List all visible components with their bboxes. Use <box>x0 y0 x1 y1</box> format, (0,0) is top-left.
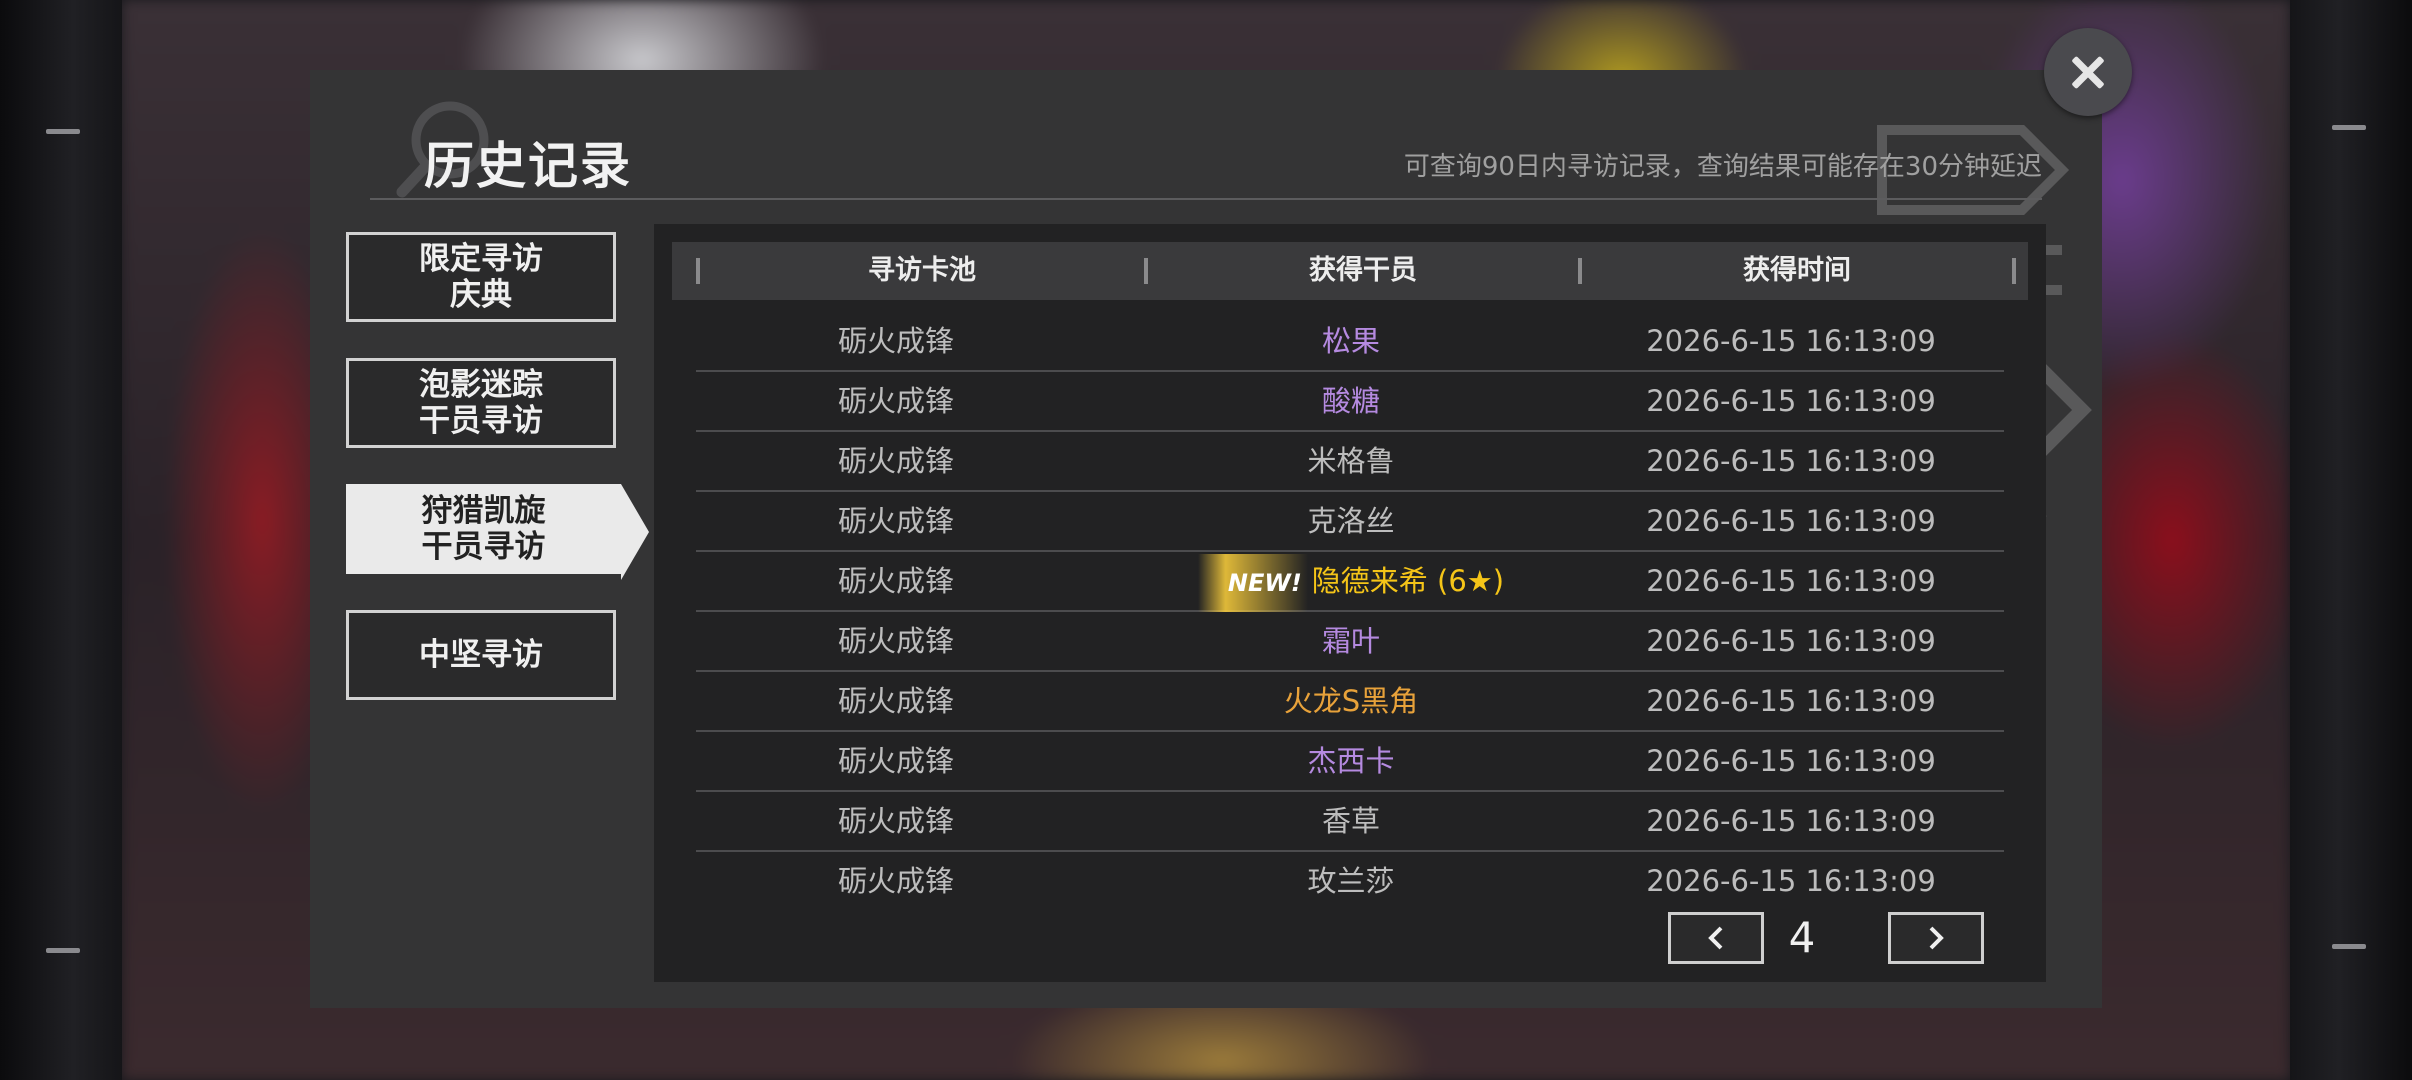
table-row: 砺火成锋 火龙S黑角 2026-6-15 16:13:09 <box>696 672 2004 732</box>
operator-cell: 火龙S黑角 <box>1136 672 1566 730</box>
pool-cell: 砺火成锋 <box>837 804 954 838</box>
tab-label: 泡影迷踪 干员寻访 <box>419 367 543 439</box>
time-cell: 2026-6-15 16:13:09 <box>1646 624 1936 658</box>
table-row: 砺火成锋 NEW! 隐德来希 (6★) 2026-6-15 16:13:09 <box>696 552 2004 612</box>
operator-name: 火龙S黑角 <box>1283 684 1419 718</box>
time-cell: 2026-6-15 16:13:09 <box>1646 504 1936 538</box>
table-row: 砺火成锋 香草 2026-6-15 16:13:09 <box>696 792 2004 852</box>
chevron-left-icon <box>1708 926 1723 950</box>
operator-name: 霜叶 <box>1321 624 1380 658</box>
table-row: 砺火成锋 杰西卡 2026-6-15 16:13:09 <box>696 732 2004 792</box>
table-row: 砺火成锋 玫兰莎 2026-6-15 16:13:09 <box>696 852 2004 912</box>
next-page-button[interactable] <box>1888 912 1984 964</box>
dialog-title: 历史记录 <box>424 137 632 195</box>
operator-name: 松果 <box>1321 324 1380 358</box>
time-cell: 2026-6-15 16:13:09 <box>1646 324 1936 358</box>
time-cell: 2026-6-15 16:13:09 <box>1646 864 1936 898</box>
tab-label: 狩猎凯旋 干员寻访 <box>421 493 546 565</box>
header-pool: 寻访卡池 <box>868 255 976 286</box>
operator-name: 酸糖 <box>1321 384 1380 418</box>
pool-cell: 砺火成锋 <box>837 864 954 898</box>
operator-cell: 香草 <box>1136 792 1566 850</box>
operator-cell: 霜叶 <box>1136 612 1566 670</box>
tab-label: 中坚寻访 <box>419 637 543 673</box>
history-table: 寻访卡池 获得干员 获得时间 砺火成锋 松果 2026-6-15 16:13:09 砺… <box>654 224 2046 982</box>
frame-notch <box>46 948 80 953</box>
operator-name: 香草 <box>1321 804 1380 838</box>
operator-cell: 米格鲁 <box>1136 432 1566 490</box>
prev-page-button[interactable] <box>1668 912 1764 964</box>
operator-cell: 酸糖 <box>1136 372 1566 430</box>
frame-notch <box>46 129 80 134</box>
operator-cell: 杰西卡 <box>1136 732 1566 790</box>
time-cell: 2026-6-15 16:13:09 <box>1646 444 1936 478</box>
title-divider <box>370 198 2042 200</box>
header-time: 获得时间 <box>1743 255 1851 286</box>
table-row: 砺火成锋 霜叶 2026-6-15 16:13:09 <box>696 612 2004 672</box>
table-row: 砺火成锋 酸糖 2026-6-15 16:13:09 <box>696 372 2004 432</box>
header-separator <box>2012 258 2016 284</box>
pool-cell: 砺火成锋 <box>837 684 954 718</box>
history-dialog: 历史记录 可查询90日内寻访记录，查询结果可能存在30分钟延迟 限定寻访 庆典 … <box>310 70 2102 1008</box>
operator-name: 克洛丝 <box>1307 504 1395 538</box>
tab-hunting-triumph[interactable]: 狩猎凯旋 干员寻访 <box>346 484 649 580</box>
tab-bubble-trace[interactable]: 泡影迷踪 干员寻访 <box>346 358 616 448</box>
close-button[interactable] <box>2044 28 2132 116</box>
pool-cell: 砺火成锋 <box>837 444 954 478</box>
time-cell: 2026-6-15 16:13:09 <box>1646 684 1936 718</box>
time-cell: 2026-6-15 16:13:09 <box>1646 564 1936 598</box>
time-cell: 2026-6-15 16:13:09 <box>1646 384 1936 418</box>
left-frame <box>0 0 122 1080</box>
time-cell: 2026-6-15 16:13:09 <box>1646 804 1936 838</box>
pool-cell: 砺火成锋 <box>837 624 954 658</box>
pool-cell: 砺火成锋 <box>837 384 954 418</box>
table-row: 砺火成锋 松果 2026-6-15 16:13:09 <box>696 312 2004 372</box>
operator-name: 杰西卡 <box>1307 744 1395 778</box>
pool-cell: 砺火成锋 <box>837 564 954 598</box>
pool-cell: 砺火成锋 <box>837 744 954 778</box>
header-operator: 获得干员 <box>1309 255 1417 286</box>
current-page: 4 <box>1788 913 1816 962</box>
operator-cell: 克洛丝 <box>1136 492 1566 550</box>
table-header: 寻访卡池 获得干员 获得时间 <box>672 242 2028 300</box>
dialog-subtitle: 可查询90日内寻访记录，查询结果可能存在30分钟延迟 <box>1403 152 2042 182</box>
time-cell: 2026-6-15 16:13:09 <box>1646 744 1936 778</box>
operator-cell: NEW! 隐德来希 (6★) <box>1136 552 1566 612</box>
pool-cell: 砺火成锋 <box>837 324 954 358</box>
chevron-right-icon <box>1929 926 1944 950</box>
right-frame <box>2290 0 2412 1080</box>
tab-limited-celebration[interactable]: 限定寻访 庆典 <box>346 232 616 322</box>
tab-label: 限定寻访 庆典 <box>419 241 543 313</box>
operator-name: 米格鲁 <box>1307 444 1395 478</box>
tab-standard[interactable]: 中坚寻访 <box>346 610 616 700</box>
frame-notch <box>2332 125 2366 130</box>
operator-name: 隐德来希 (6★) <box>1311 564 1505 598</box>
new-badge: NEW! <box>1197 554 1308 612</box>
frame-notch <box>2332 944 2366 949</box>
operator-name: 玫兰莎 <box>1307 864 1395 898</box>
pool-cell: 砺火成锋 <box>837 504 954 538</box>
operator-cell: 玫兰莎 <box>1136 852 1566 910</box>
operator-cell: 松果 <box>1136 312 1566 370</box>
table-row: 砺火成锋 克洛丝 2026-6-15 16:13:09 <box>696 492 2004 552</box>
table-row: 砺火成锋 米格鲁 2026-6-15 16:13:09 <box>696 432 2004 492</box>
